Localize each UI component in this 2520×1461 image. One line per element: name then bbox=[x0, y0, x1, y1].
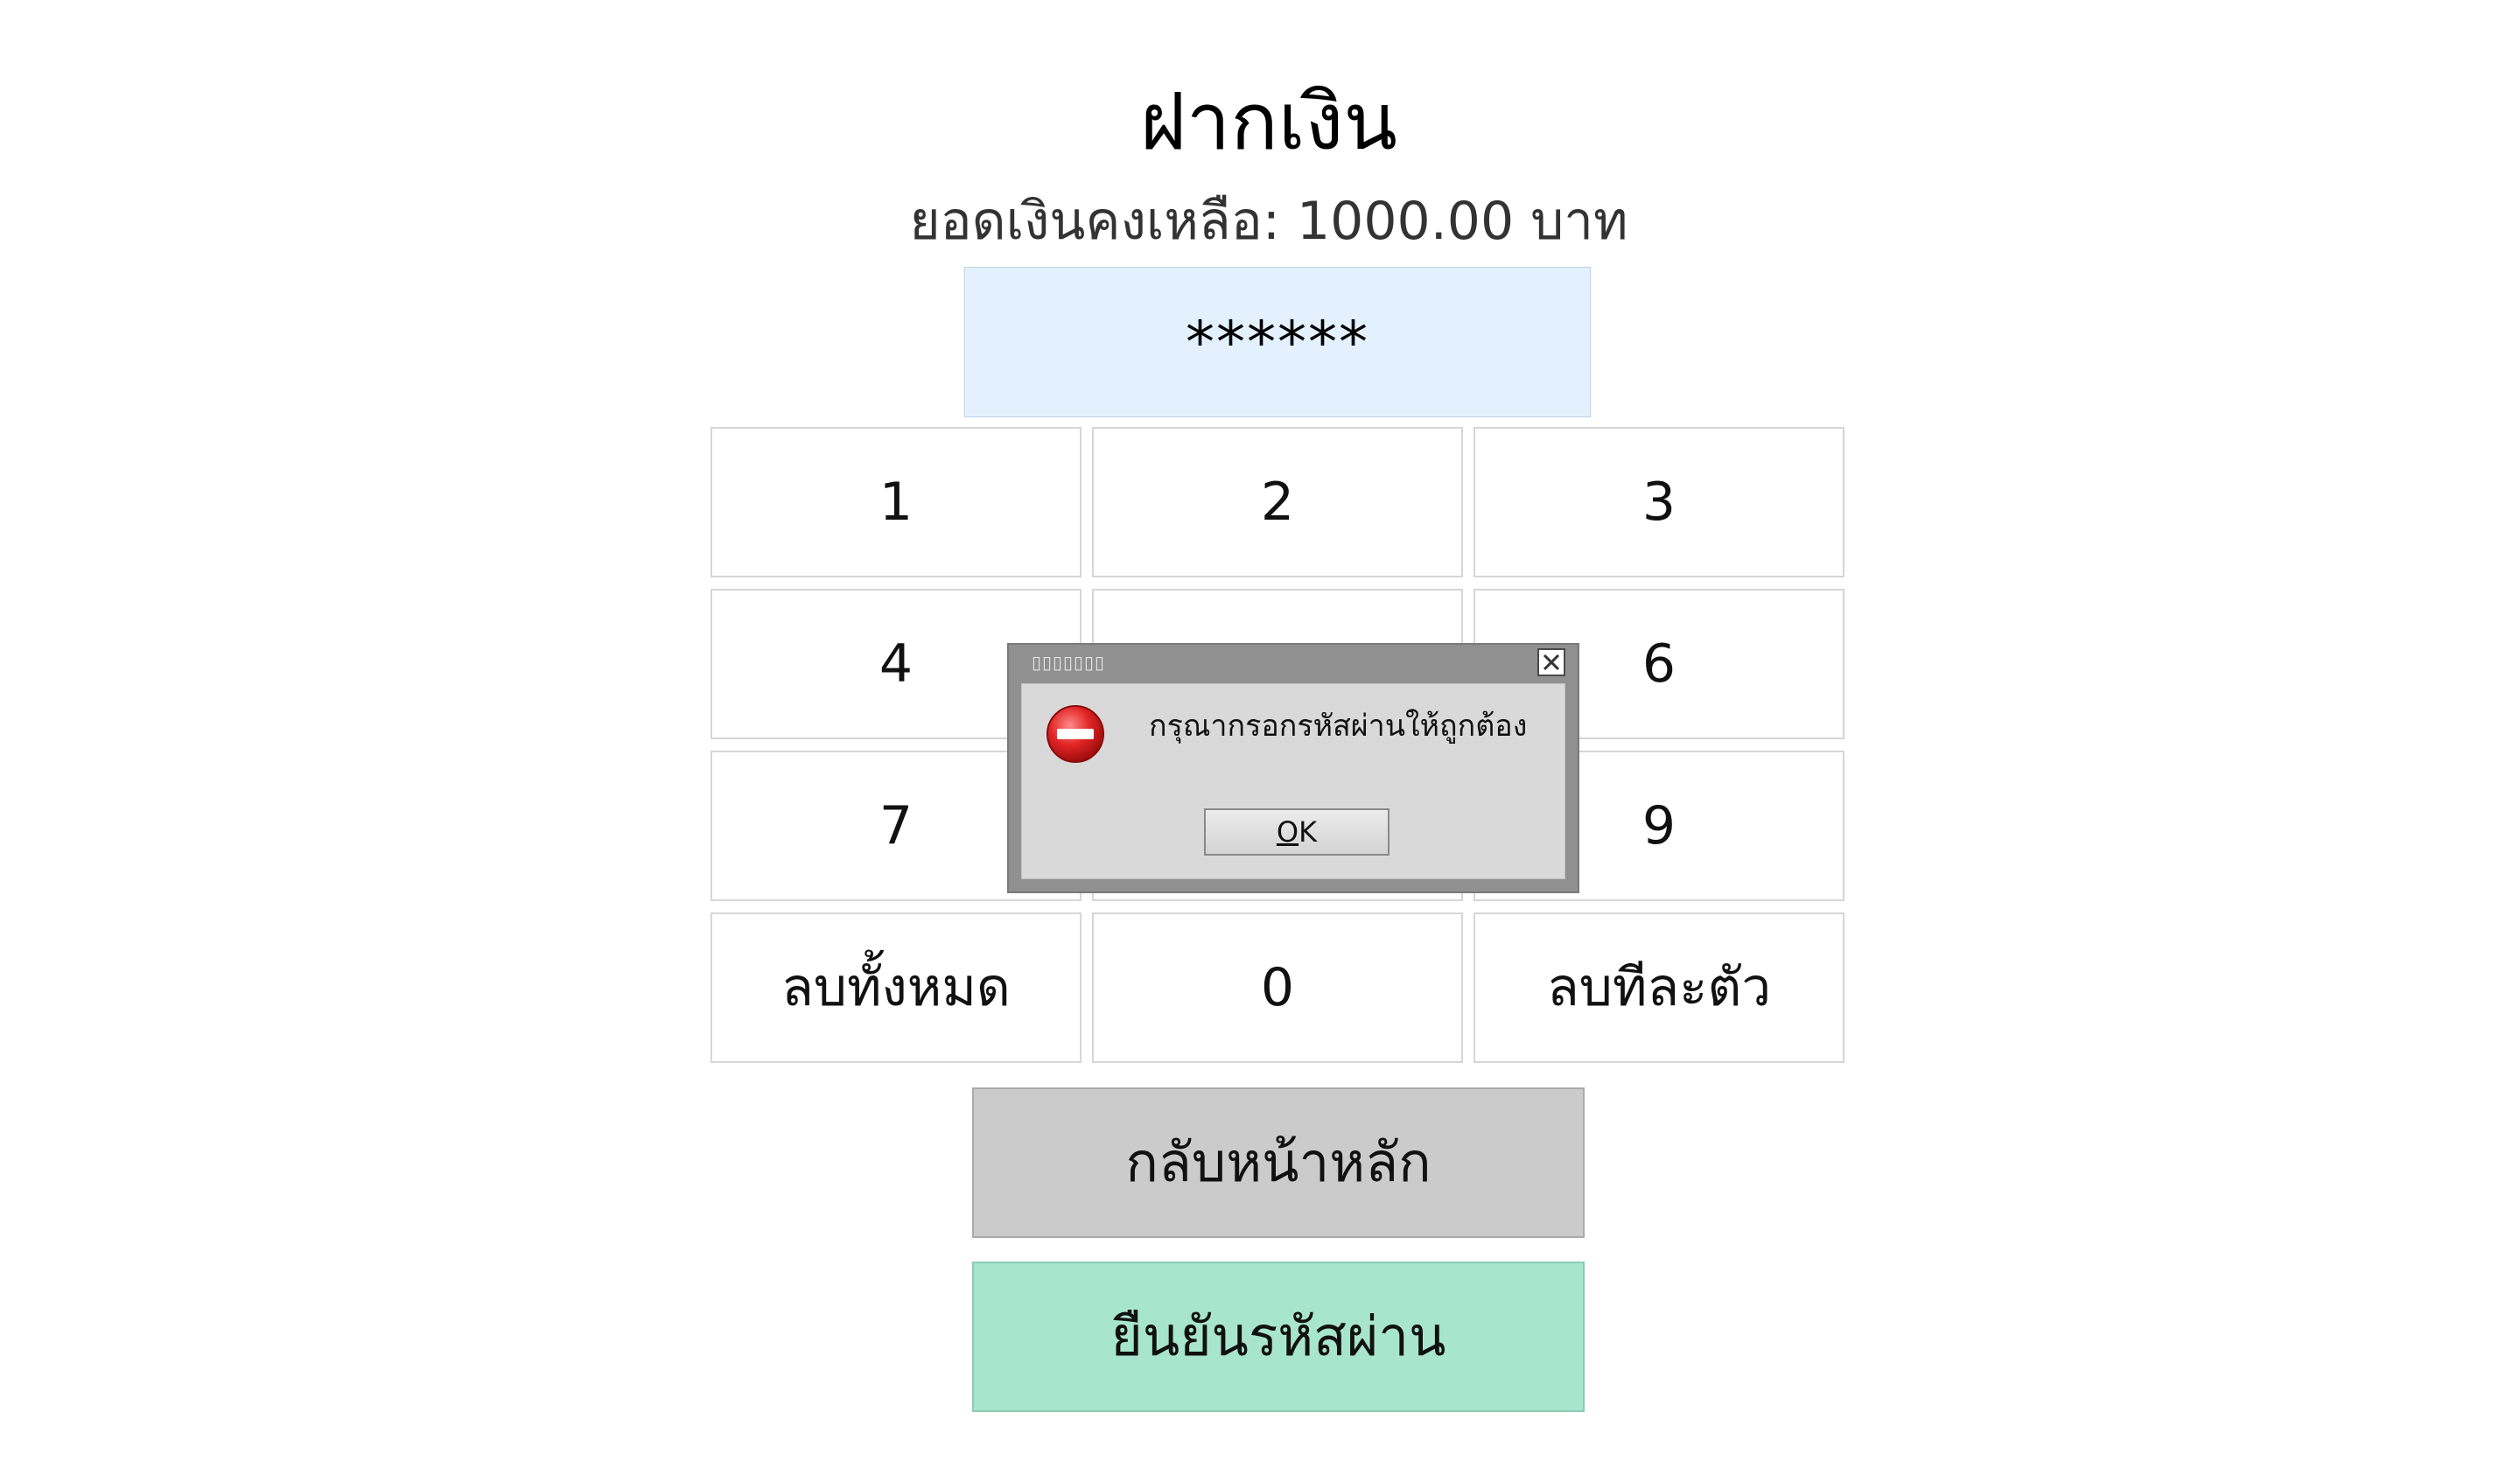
keypad-button-3[interactable]: 3 bbox=[1474, 427, 1844, 577]
dialog-body: กรุณากรอกรหัสผ่านให้ถูกต้อง OK bbox=[1021, 683, 1565, 879]
keypad-button-0[interactable]: 0 bbox=[1092, 912, 1463, 1063]
error-stop-icon bbox=[1045, 703, 1106, 765]
home-button[interactable]: กลับหน้าหลัก bbox=[972, 1087, 1585, 1238]
ok-label-rest: K bbox=[1298, 815, 1318, 849]
ok-button[interactable]: OK bbox=[1204, 808, 1390, 856]
keypad-button-2[interactable]: 2 bbox=[1092, 427, 1463, 577]
balance-label: ยอดเงินคงเหลือ: 1000.00 บาท bbox=[909, 191, 1628, 252]
deposit-screen: ฝากเงิน ยอดเงินคงเหลือ: 1000.00 บาท ****… bbox=[0, 0, 2520, 1461]
close-icon[interactable] bbox=[1537, 648, 1565, 676]
clear-all-button[interactable]: ลบทั้งหมด bbox=[710, 912, 1082, 1063]
dialog-message: กรุณากรอกรหัสผ่านให้ถูกต้อง bbox=[1149, 709, 1528, 744]
backspace-button[interactable]: ลบทีละตัว bbox=[1474, 912, 1844, 1063]
page-title: ฝากเงิน bbox=[1140, 76, 1397, 168]
keypad-button-1[interactable]: 1 bbox=[710, 427, 1082, 577]
error-dialog: ▯▯▯▯▯▯▯ กรุณากรอกรหัสผ่านให้ถูกต้อง OK bbox=[1007, 643, 1579, 893]
dialog-title: ▯▯▯▯▯▯▯ bbox=[1032, 652, 1106, 673]
dialog-titlebar[interactable]: ▯▯▯▯▯▯▯ bbox=[1009, 645, 1578, 682]
ok-mnemonic: O bbox=[1276, 815, 1299, 849]
confirm-password-button[interactable]: ยืนยันรหัสผ่าน bbox=[972, 1262, 1585, 1412]
pin-display[interactable]: ****** bbox=[964, 267, 1591, 417]
